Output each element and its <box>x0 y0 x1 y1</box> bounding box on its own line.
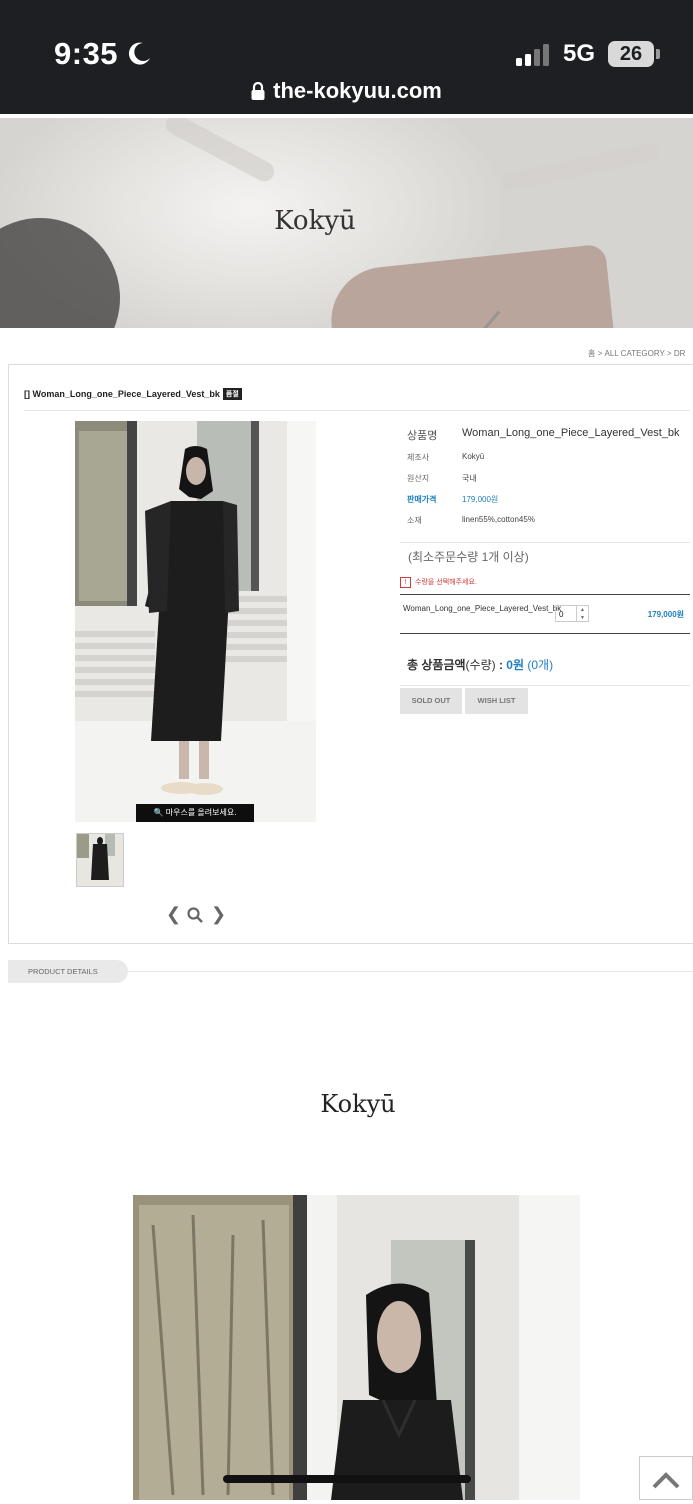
total-price: 총 상품금액(수량) : 0원 (0개) <box>407 656 553 673</box>
sold-out-badge: 품절 <box>222 388 242 400</box>
option-row: Woman_Long_one_Piece_Layered_Vest_bk 0 ▲… <box>400 594 690 634</box>
sold-out-button[interactable]: SOLD OUT <box>400 688 462 714</box>
network-label: 5G <box>563 40 596 67</box>
quantity-stepper[interactable]: ▲ ▼ <box>577 605 589 622</box>
total-qty-label: (수량) <box>465 658 496 672</box>
breadcrumb-sub[interactable]: DR <box>674 349 686 358</box>
min-order-qty: (최소주문수량 1개 이상) <box>408 550 529 564</box>
warning-icon: ! <box>400 577 411 588</box>
breadcrumb-category[interactable]: ALL CATEGORY <box>605 349 665 358</box>
divider <box>24 410 690 411</box>
divider <box>128 971 693 972</box>
info-label-origin: 원산지 <box>407 474 430 483</box>
url-text: the-kokyuu.com <box>273 78 442 103</box>
divider <box>400 685 690 686</box>
hero-decor <box>326 243 614 328</box>
battery-icon: 26 <box>608 41 654 67</box>
info-label-material: 소재 <box>407 516 422 525</box>
prev-image-button[interactable]: ❮ <box>166 904 181 925</box>
chevron-up-icon <box>652 1472 680 1489</box>
moon-icon <box>128 42 150 65</box>
info-label-name: 상품명 <box>407 430 438 442</box>
info-label-maker: 제조사 <box>407 453 430 462</box>
scroll-top-button[interactable] <box>639 1456 693 1500</box>
signal-icon <box>516 44 549 66</box>
hero-banner: Kokyū <box>0 118 693 328</box>
option-price: 179,000원 <box>647 610 684 619</box>
info-value-name: Woman_Long_one_Piece_Layered_Vest_bk <box>462 427 680 439</box>
option-name: Woman_Long_one_Piece_Layered_Vest_bk <box>403 604 562 613</box>
detail-image-art <box>133 1195 580 1500</box>
battery-tip <box>656 49 660 59</box>
divider <box>400 542 690 543</box>
detail-brand-logo: Kokyū <box>320 1090 396 1118</box>
zoom-hint: 🔍 마우스를 올려보세요. <box>136 804 254 822</box>
qty-warning-text: 수량을 선택해주세요. <box>415 579 477 586</box>
total-amount: 0원 <box>506 658 525 672</box>
wish-list-button[interactable]: WISH LIST <box>465 688 528 714</box>
product-image[interactable] <box>75 421 316 822</box>
status-bar: 9:35 5G 26 the-kokyuu.com <box>0 0 693 114</box>
hero-decor <box>162 118 278 185</box>
tab-product-details[interactable]: PRODUCT DETAILS <box>8 960 128 983</box>
info-value-price: 179,000원 <box>462 495 499 504</box>
magnifier-icon: 🔍 <box>153 808 164 817</box>
total-label: 총 상품금액 <box>407 658 466 672</box>
url-bar[interactable]: the-kokyuu.com <box>0 78 693 104</box>
product-title-text: [] Woman_Long_one_Piece_Layered_Vest_bk <box>24 389 220 399</box>
zoom-button[interactable] <box>186 906 204 924</box>
info-label-price: 판매가격 <box>407 495 437 504</box>
product-title: [] Woman_Long_one_Piece_Layered_Vest_bk 품… <box>24 388 242 400</box>
hero-decor <box>499 141 661 193</box>
breadcrumb: 홈 > ALL CATEGORY > DR <box>588 348 685 359</box>
breadcrumb-home[interactable]: 홈 <box>588 349 595 358</box>
total-colon: : <box>495 658 507 672</box>
breadcrumb-sep: > <box>597 349 603 358</box>
home-indicator <box>223 1475 471 1483</box>
info-value-origin: 국내 <box>462 474 477 483</box>
thumbnail-art <box>77 834 123 886</box>
zoom-hint-text: 마우스를 올려보세요. <box>165 808 237 817</box>
breadcrumb-sep: > <box>666 349 672 358</box>
lock-icon <box>251 82 265 100</box>
clock: 9:35 <box>54 36 119 71</box>
info-value-material: linen55%,cotton45% <box>462 515 535 524</box>
next-image-button[interactable]: ❯ <box>211 904 226 925</box>
info-value-maker: Kokyū <box>462 452 485 461</box>
quantity-input[interactable]: 0 <box>555 605 577 622</box>
product-image-art <box>75 421 316 822</box>
total-count: (0개) <box>527 658 554 672</box>
hero-logo[interactable]: Kokyū <box>0 206 630 236</box>
product-thumbnail[interactable] <box>76 833 124 887</box>
detail-image <box>133 1195 580 1500</box>
qty-warning: ! 수량을 선택해주세요. <box>400 577 477 588</box>
